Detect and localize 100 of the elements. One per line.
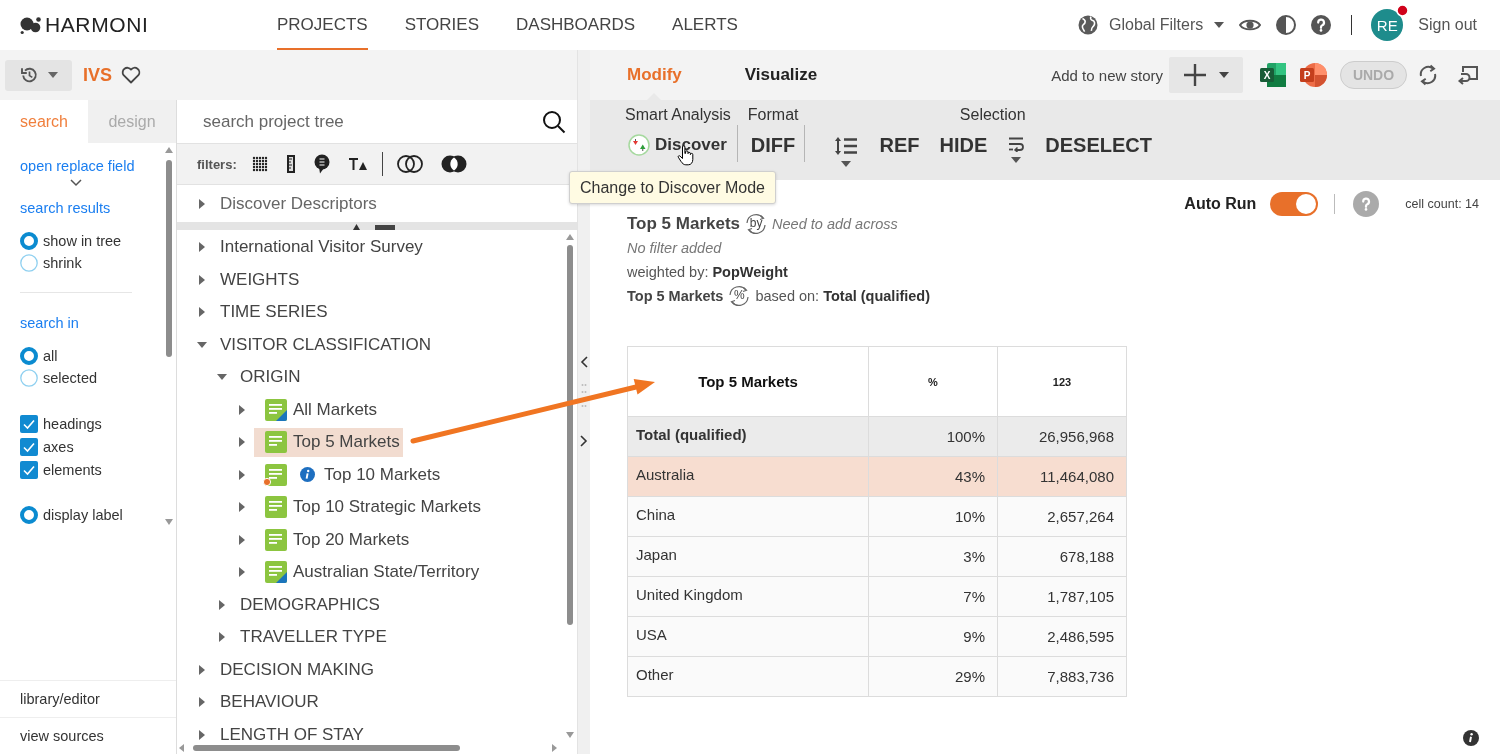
refresh-icon[interactable] (1418, 64, 1438, 86)
base-info: based on: Total (qualified) (755, 288, 931, 304)
ribbon-button[interactable]: DIFF (747, 125, 799, 165)
table-row[interactable]: Australia 43% 11,464,080 (627, 456, 1127, 497)
tree-item[interactable]: Top 10 Markets (254, 460, 444, 490)
tree-item[interactable]: Discover Descriptors (220, 193, 377, 214)
text-wrap-icon (1008, 136, 1025, 152)
ribbon-button[interactable]: HIDE (936, 125, 991, 165)
tree-item[interactable]: TIME SERIES (220, 297, 328, 327)
expand-triangle-icon[interactable] (197, 697, 207, 708)
discover-button[interactable]: Discover (625, 125, 730, 165)
table-row[interactable]: USA 9% 2,486,595 (627, 616, 1127, 657)
history-button[interactable] (5, 59, 72, 91)
table-icon (263, 561, 287, 584)
expand-triangle-icon[interactable] (237, 404, 247, 415)
expand-triangle-icon[interactable] (237, 437, 247, 448)
tree-item[interactable]: DEMOGRAPHICS (240, 590, 380, 620)
radio-button[interactable] (20, 506, 38, 524)
tree-item[interactable]: International Visitor Survey (220, 232, 423, 262)
venn-filled-icon[interactable] (440, 155, 467, 173)
radio-button[interactable] (20, 232, 38, 250)
tree-item[interactable]: VISITOR CLASSIFICATION (220, 330, 431, 360)
tree-item[interactable]: Top 20 Markets (254, 525, 413, 555)
heart-icon[interactable] (121, 66, 141, 84)
checkbox[interactable] (20, 437, 38, 456)
table-row[interactable]: Japan 3% 678,188 (627, 536, 1127, 577)
tree-item[interactable]: DECISION MAKING (220, 655, 374, 685)
present-icon[interactable] (1457, 65, 1478, 85)
axis-note: Need to add across (772, 216, 898, 232)
grip-dots-icon[interactable] (581, 383, 587, 410)
table-row[interactable]: China 10% 2,657,264 (627, 496, 1127, 537)
option-label: elements (43, 461, 102, 478)
chevron-left-icon[interactable] (580, 356, 588, 368)
search-field[interactable]: search project tree (177, 100, 542, 143)
expand-triangle-icon[interactable] (197, 664, 207, 675)
table-row[interactable]: Total (qualified) 100% 26,956,968 (627, 416, 1127, 457)
table-cell: USA (627, 616, 869, 657)
tree-item[interactable]: ORIGIN (240, 362, 301, 392)
discover-icon (628, 134, 650, 156)
base-title: Top 5 Markets (627, 288, 724, 304)
toggle-switch[interactable] (1270, 192, 1319, 216)
caret-icon (1214, 22, 1225, 28)
base-swap-button[interactable]: % (727, 285, 752, 307)
radio-button[interactable] (20, 369, 38, 387)
nav-link[interactable]: view sources (0, 717, 176, 754)
search-icon[interactable] (542, 109, 566, 134)
ruler-icon[interactable] (285, 155, 296, 173)
checkbox[interactable] (20, 460, 38, 479)
tree-item[interactable]: Top 10 Strategic Markets (254, 492, 485, 522)
radio-button[interactable] (20, 254, 38, 272)
table-cell: Other (627, 656, 869, 697)
expand-triangle-icon[interactable] (197, 274, 207, 285)
checkbox[interactable] (20, 414, 38, 433)
expand-triangle-icon[interactable] (217, 599, 227, 610)
global-filters-button[interactable]: Global Filters (1078, 15, 1225, 35)
expand-triangle-icon[interactable] (197, 242, 207, 253)
table-cell: 11,464,080 (997, 456, 1127, 497)
replace-field-link[interactable]: open replace field (20, 156, 135, 176)
info-icon[interactable] (1463, 730, 1479, 746)
nav-link[interactable]: library/editor (0, 680, 176, 717)
table-row[interactable]: Other 29% 7,883,736 (627, 656, 1127, 697)
tree-item[interactable]: TRAVELLER TYPE (240, 622, 387, 652)
nav-tab[interactable]: STORIES (404, 0, 479, 50)
nav-tab[interactable]: DASHBOARDS (516, 0, 636, 50)
ribbon-button[interactable]: DESELECT (1042, 125, 1155, 165)
venn-outline-icon[interactable] (396, 155, 423, 173)
expand-triangle-icon[interactable] (237, 502, 247, 513)
table-icon (263, 463, 287, 486)
tree-item[interactable]: BEHAVIOUR (220, 687, 319, 717)
chevron-right-icon[interactable] (580, 435, 588, 447)
speech-bubble-icon[interactable] (313, 154, 330, 174)
axis-swap-button[interactable]: by (744, 213, 769, 235)
tree-item[interactable]: Australian State/Territory (254, 557, 483, 587)
tree-item[interactable]: WEIGHTS (220, 265, 300, 295)
expand-triangle-icon[interactable] (197, 339, 207, 350)
nav-tab[interactable]: ALERTS (672, 0, 738, 50)
eye-icon[interactable] (1239, 18, 1262, 32)
contrast-icon[interactable] (1276, 15, 1297, 35)
expand-triangle-icon[interactable] (197, 307, 207, 318)
tree-item[interactable]: Top 5 Markets (254, 427, 403, 457)
dot-grid-icon[interactable] (251, 156, 268, 172)
text-size-icon[interactable] (347, 157, 368, 171)
chevron-down-icon[interactable] (70, 179, 82, 187)
weight-info: weighted by: PopWeight (627, 264, 788, 280)
expand-triangle-icon[interactable] (217, 632, 227, 643)
expand-triangle-icon[interactable] (237, 469, 247, 480)
help-icon[interactable] (1311, 15, 1332, 35)
tree-item[interactable]: All Markets (254, 395, 381, 425)
expand-triangle-icon[interactable] (197, 198, 207, 209)
tree-item[interactable]: LENGTH OF STAY (220, 720, 364, 742)
add-story-button[interactable] (1169, 57, 1243, 93)
pane-splitter[interactable] (177, 222, 577, 230)
ribbon-button[interactable]: REF (876, 125, 923, 165)
expand-triangle-icon[interactable] (237, 567, 247, 578)
expand-triangle-icon[interactable] (197, 729, 207, 740)
radio-button[interactable] (20, 347, 38, 365)
table-row[interactable]: United Kingdom 7% 1,787,105 (627, 576, 1127, 617)
view-tab[interactable]: Visualize (744, 50, 818, 100)
expand-triangle-icon[interactable] (237, 534, 247, 545)
sign-out-link[interactable]: Sign out (1418, 16, 1477, 34)
